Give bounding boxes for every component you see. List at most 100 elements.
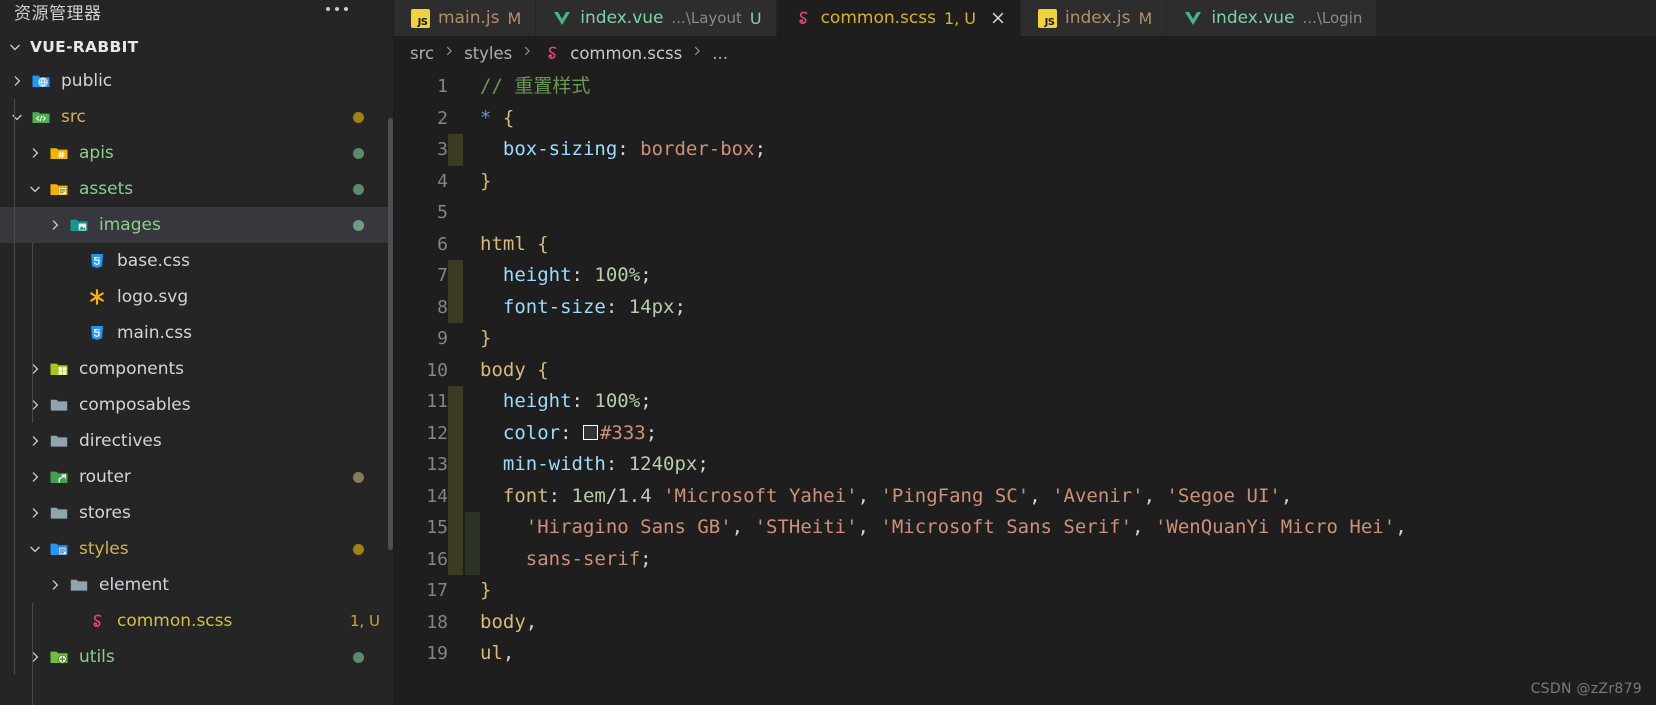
editor-tab-index-vue[interactable]: index.vue ...\Layout U xyxy=(536,0,777,36)
chevron-right-icon[interactable] xyxy=(24,505,46,521)
code-token: 'STHeiti' xyxy=(754,516,858,538)
chevron-right-icon[interactable] xyxy=(24,397,46,413)
code-token: height xyxy=(502,264,572,286)
chevron-right-icon[interactable] xyxy=(44,577,66,593)
indent-guide-highlight xyxy=(448,260,463,292)
css-file-icon xyxy=(84,251,110,271)
tree-item-stores[interactable]: stores xyxy=(0,495,394,531)
ellipsis-icon[interactable] xyxy=(326,7,386,11)
code-token: 'Microsoft Sans Serif' xyxy=(880,516,1133,538)
tree-item-utils[interactable]: utils xyxy=(0,639,394,675)
code-token: : xyxy=(560,421,583,444)
chevron-right-icon[interactable] xyxy=(24,145,46,161)
code-token: : xyxy=(571,264,595,286)
close-icon[interactable] xyxy=(990,10,1006,26)
chevron-right-icon[interactable] xyxy=(24,361,46,377)
workspace-root-row[interactable]: VUE-RABBIT xyxy=(0,30,394,63)
code-editor[interactable]: 1// 重置样式 2 * {3 box-sizing: border-box; 4} 5… xyxy=(394,69,1656,670)
code-line[interactable]: 13 min-width: 1240px; xyxy=(394,449,1656,481)
tree-item-src[interactable]: src xyxy=(0,99,394,135)
breadcrumb-item[interactable]: styles xyxy=(464,44,512,63)
code-token: box-sizing xyxy=(502,138,618,160)
chevron-right-icon[interactable] xyxy=(44,217,66,233)
code-line[interactable]: 2 * { xyxy=(394,103,1656,135)
code-token: / xyxy=(605,484,618,507)
chevron-down-icon[interactable] xyxy=(6,109,28,125)
code-line[interactable]: 3 box-sizing: border-box; xyxy=(394,134,1656,166)
code-line[interactable]: 17} xyxy=(394,575,1656,607)
scss-file-icon xyxy=(793,8,813,28)
code-text: } xyxy=(448,323,1656,355)
code-token: height xyxy=(502,390,572,412)
tree-item-public[interactable]: public xyxy=(0,63,394,99)
code-token: 1em xyxy=(571,484,606,507)
tree-item-common-scss[interactable]: common.scss 1, U xyxy=(0,603,394,639)
code-line[interactable]: 14 font: 1em/1.4 'Microsoft Yahei', 'Pin… xyxy=(394,480,1656,512)
tree-item-assets[interactable]: assets xyxy=(0,171,394,207)
line-number: 17 xyxy=(426,580,448,601)
code-line[interactable]: 18 body, xyxy=(394,607,1656,639)
chevron-down-icon xyxy=(6,38,24,56)
tree-item-components[interactable]: components xyxy=(0,351,394,387)
line-number: 9 xyxy=(437,328,448,349)
chevron-right-icon[interactable] xyxy=(6,73,28,89)
editor-tab-index-vue[interactable]: index.vue ...\Login xyxy=(1167,0,1378,36)
color-swatch[interactable] xyxy=(582,424,598,440)
chevron-right-icon[interactable] xyxy=(24,433,46,449)
js-file-icon: JS xyxy=(410,8,430,28)
code-line[interactable]: 16 sans-serif; xyxy=(394,543,1656,575)
code-line[interactable]: 8 font-size: 14px; xyxy=(394,291,1656,323)
line-number: 10 xyxy=(426,359,448,381)
editor-tab-common-scss[interactable]: common.scss 1, U xyxy=(776,0,1022,36)
tree-item-main-css[interactable]: main.css xyxy=(0,315,394,351)
tree-item-label: directives xyxy=(79,431,162,451)
folder-icon xyxy=(46,395,72,415)
breadcrumb-item[interactable]: common.scss xyxy=(570,44,682,63)
line-number: 5 xyxy=(437,202,448,223)
code-line[interactable]: 10 body { xyxy=(394,355,1656,387)
code-line[interactable]: 4} xyxy=(394,166,1656,198)
code-text: body { xyxy=(448,355,1656,387)
chevron-down-icon[interactable] xyxy=(24,541,46,557)
tree-item-label: styles xyxy=(79,539,129,559)
editor-tab-main-js[interactable]: JS main.js M xyxy=(394,0,537,36)
breadcrumb-item[interactable]: ... xyxy=(712,44,728,63)
breadcrumb-item[interactable]: src xyxy=(410,44,434,63)
editor-tab-index-js[interactable]: JS index.js M xyxy=(1021,0,1168,36)
tree-item-directives[interactable]: directives xyxy=(0,423,394,459)
breadcrumb[interactable]: src styles common.scss... xyxy=(394,37,1656,69)
tree-item-styles[interactable]: styles xyxy=(0,531,394,567)
code-token: 14px xyxy=(628,295,675,318)
code-line[interactable]: 1 // 重置样式 xyxy=(394,71,1656,103)
tree-item-base-css[interactable]: base.css xyxy=(0,243,394,279)
code-line[interactable]: 19 ul, xyxy=(394,638,1656,670)
code-line[interactable]: 9} xyxy=(394,323,1656,355)
chevron-down-icon[interactable] xyxy=(24,181,46,197)
line-number: 11 xyxy=(426,391,448,412)
tree-item-logo-svg[interactable]: logo.svg xyxy=(0,279,394,315)
code-token: , xyxy=(731,516,755,538)
tree-item-router[interactable]: router xyxy=(0,459,394,495)
tree-item-apis[interactable]: apis xyxy=(0,135,394,171)
code-line[interactable]: 11 height: 100%; xyxy=(394,386,1656,418)
tree-item-images[interactable]: images xyxy=(0,207,394,243)
code-token: , xyxy=(502,642,515,664)
chevron-right-icon[interactable] xyxy=(24,649,46,665)
code-line[interactable]: 7 height: 100%; xyxy=(394,260,1656,292)
code-line[interactable]: 5 xyxy=(394,197,1656,229)
tree-item-element[interactable]: element xyxy=(0,567,394,603)
indent-guide-highlight xyxy=(465,512,480,544)
code-token: 'Segoe UI' xyxy=(1166,484,1281,507)
tree-item-composables[interactable]: composables xyxy=(0,387,394,423)
tree-item-label: element xyxy=(99,575,170,595)
code-line[interactable]: 15 'Hiragino Sans GB', 'STHeiti', 'Micro… xyxy=(394,512,1656,544)
code-token: font xyxy=(502,484,549,507)
code-line[interactable]: 6 html { xyxy=(394,229,1656,261)
line-number: 1 xyxy=(437,76,448,97)
code-token: ; xyxy=(674,295,686,318)
chevron-right-icon[interactable] xyxy=(24,469,46,485)
code-text: // 重置样式 xyxy=(448,71,1656,103)
line-number: 13 xyxy=(426,454,448,475)
code-line[interactable]: 12 color: #333; xyxy=(394,417,1656,449)
